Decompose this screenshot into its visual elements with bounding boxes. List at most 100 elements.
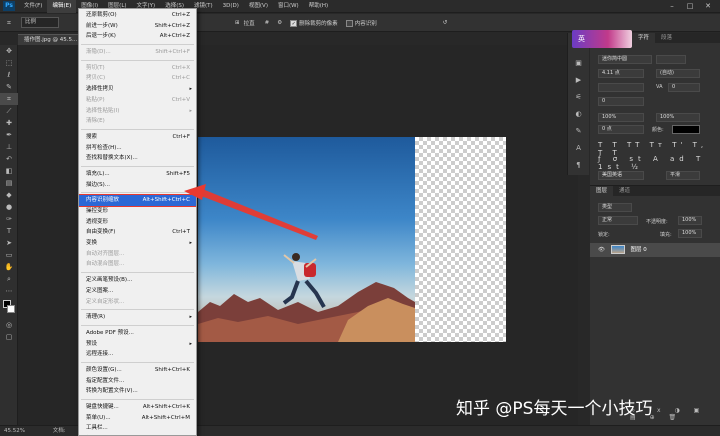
edit-menu-item[interactable]: 查找和替换文本(X)... xyxy=(79,153,196,164)
edit-menu-item[interactable]: 键盘快捷键... Alt+Shift+Ctrl+K xyxy=(79,402,196,413)
history-panel-icon[interactable]: ▣ xyxy=(568,55,589,72)
tsume-field[interactable]: 0 xyxy=(598,97,644,106)
reset-icon[interactable]: ↺ xyxy=(443,20,448,26)
baseline-shift-field[interactable]: 0 点 xyxy=(598,125,644,134)
edit-menu-item[interactable]: 后退一步(K) Alt+Ctrl+Z xyxy=(79,31,196,42)
edit-menu-item[interactable]: 拼写检查(H)... xyxy=(79,143,196,154)
layer-row[interactable]: 👁 图层 0 xyxy=(590,243,720,257)
language-select[interactable]: 美国英语 xyxy=(598,171,644,180)
edit-menu-item[interactable]: 清理(R) ▸ xyxy=(79,312,196,323)
edit-menu-item[interactable]: 指定配置文件... xyxy=(79,376,196,387)
edit-menu-item[interactable]: 定义画笔预设(B)... xyxy=(79,275,196,286)
more-tools-icon[interactable]: ⋯ xyxy=(0,285,18,297)
edit-menu-item[interactable]: 搜索 Ctrl+F xyxy=(79,132,196,143)
menu-item[interactable]: 窗口(W) xyxy=(273,0,304,13)
edit-menu-item[interactable]: 选择性粘贴(I) ▸ xyxy=(79,106,196,117)
edit-menu-item[interactable]: 转换为配置文件(V)... xyxy=(79,386,196,397)
crop-tool-icon[interactable]: ⌗ xyxy=(0,93,18,105)
layer-name[interactable]: 图层 0 xyxy=(630,247,646,253)
font-size-field[interactable]: 4.11 点 xyxy=(598,69,644,78)
tab-paragraph[interactable]: 段落 xyxy=(655,33,678,43)
brush-tool-icon[interactable]: ✒ xyxy=(0,129,18,141)
opentype-buttons[interactable]: ƒ σ st A ad T 1st ½ xyxy=(598,155,720,171)
document-tab[interactable]: 插作图.jpg @ 45.5... xyxy=(18,34,84,45)
edit-menu-item[interactable]: 预设 ▸ xyxy=(79,339,196,350)
menu-item[interactable]: 视图(V) xyxy=(244,0,273,13)
edit-menu-item[interactable]: 渐隐(D)... Shift+Ctrl+F xyxy=(79,47,196,58)
text-color-swatch[interactable] xyxy=(672,125,700,134)
blend-mode-select[interactable]: 正常 xyxy=(598,216,638,225)
paragraph-panel-icon[interactable]: ¶ xyxy=(568,157,589,174)
menu-item[interactable]: 编辑(E) xyxy=(47,0,77,13)
shape-tool-icon[interactable]: ▭ xyxy=(0,249,18,261)
straighten-icon[interactable]: ⊞ xyxy=(235,20,240,26)
actions-panel-icon[interactable]: ▶ xyxy=(568,72,589,89)
character-panel-icon[interactable]: A xyxy=(568,140,589,157)
edit-menu-item[interactable]: 颜色设置(G)... Shift+Ctrl+K xyxy=(79,365,196,376)
canvas-photo[interactable] xyxy=(198,137,415,342)
font-style-select[interactable] xyxy=(656,55,686,64)
eraser-tool-icon[interactable]: ◧ xyxy=(0,165,18,177)
edit-menu-item[interactable]: 还原裁剪(O) Ctrl+Z xyxy=(79,10,196,21)
layer-filter-select[interactable]: 类型 xyxy=(598,203,632,212)
lasso-tool-icon[interactable]: ℓ xyxy=(0,69,18,81)
crop-tool-icon[interactable]: ⌗ xyxy=(0,17,18,29)
edit-menu-item[interactable]: 粘贴(P) Ctrl+V xyxy=(79,95,196,106)
gradient-tool-icon[interactable]: ▤ xyxy=(0,177,18,189)
edit-menu-item[interactable]: 自动对齐图层... xyxy=(79,249,196,260)
fill-field[interactable]: 100% xyxy=(678,229,702,238)
blur-tool-icon[interactable]: ◆ xyxy=(0,189,18,201)
tracking-field[interactable]: 0 xyxy=(668,83,700,92)
delete-cropped-checkbox[interactable]: ✓ 删除裁剪的像素 xyxy=(290,19,338,27)
close-icon[interactable]: ✕ xyxy=(700,0,716,13)
edit-menu-item[interactable]: 拷贝(C) Ctrl+C xyxy=(79,73,196,84)
edit-menu-item[interactable]: 变换 ▸ xyxy=(79,238,196,249)
horizontal-scale-field[interactable]: 100% xyxy=(656,113,700,122)
screen-mode-icon[interactable]: ▢ xyxy=(0,331,18,343)
tab-channels[interactable]: 通道 xyxy=(613,186,636,196)
menu-item[interactable]: 帮助(H) xyxy=(304,0,333,13)
kerning-field[interactable] xyxy=(598,83,644,92)
edit-menu-item[interactable]: 选择性拷贝 ▸ xyxy=(79,84,196,95)
edit-menu-item[interactable]: 自由变换(F) Ctrl+T xyxy=(79,227,196,238)
edit-menu-item[interactable]: 填充(L)... Shift+F5 xyxy=(79,169,196,180)
opacity-field[interactable]: 100% xyxy=(678,216,702,225)
straighten-label[interactable]: 拉直 xyxy=(244,19,255,27)
font-family-select[interactable]: 迷你简中圆 xyxy=(598,55,652,64)
tab-layers[interactable]: 图层 xyxy=(590,186,614,196)
antialias-select[interactable]: 平滑 xyxy=(666,171,700,180)
edit-menu-item[interactable]: 工具栏... xyxy=(79,423,196,434)
edit-menu-item[interactable]: Adobe PDF 预设... xyxy=(79,328,196,339)
ime-badge[interactable]: 英 xyxy=(572,30,632,48)
background-color-swatch[interactable] xyxy=(7,305,15,313)
color-swatches[interactable] xyxy=(0,297,17,319)
edit-menu-item[interactable]: 剪切(T) Ctrl+X xyxy=(79,63,196,74)
eyedropper-tool-icon[interactable]: ⟋ xyxy=(0,105,18,117)
edit-menu-item[interactable]: 定义图案... xyxy=(79,286,196,297)
hand-tool-icon[interactable]: ✋ xyxy=(0,261,18,273)
minimize-icon[interactable]: – xyxy=(664,0,680,13)
quick-select-tool-icon[interactable]: ✎ xyxy=(0,81,18,93)
edit-menu-item[interactable]: 前进一步(W) Shift+Ctrl+Z xyxy=(79,21,196,32)
brush-panel-icon[interactable]: ✎ xyxy=(568,123,589,140)
edit-menu-item[interactable]: 透视变形 xyxy=(79,217,196,228)
move-tool-icon[interactable]: ✥ xyxy=(0,45,18,57)
zoom-level[interactable]: 45.52% xyxy=(4,428,25,434)
settings-gear-icon[interactable]: ⚙ xyxy=(277,20,282,26)
edit-menu-item[interactable]: 远程连接... xyxy=(79,349,196,360)
zoom-tool-icon[interactable]: ⌕ xyxy=(0,273,18,285)
type-tool-icon[interactable]: T xyxy=(0,225,18,237)
edit-menu-item[interactable]: 自动混合图层... xyxy=(79,259,196,270)
clone-stamp-tool-icon[interactable]: ⊥ xyxy=(0,141,18,153)
vertical-scale-field[interactable]: 100% xyxy=(598,113,644,122)
tab-character[interactable]: 字符 xyxy=(632,33,656,43)
maximize-icon[interactable]: □ xyxy=(682,0,698,13)
marquee-tool-icon[interactable]: ⬚ xyxy=(0,57,18,69)
menu-item[interactable]: 文件(F) xyxy=(19,0,47,13)
menu-item[interactable]: 3D(D) xyxy=(218,0,244,13)
path-select-tool-icon[interactable]: ➤ xyxy=(0,237,18,249)
ratio-select[interactable]: 比例 xyxy=(21,17,59,28)
properties-panel-icon[interactable]: ⚟ xyxy=(568,89,589,106)
edit-menu-item[interactable]: 操控变形 xyxy=(79,206,196,217)
pen-tool-icon[interactable]: ✑ xyxy=(0,213,18,225)
